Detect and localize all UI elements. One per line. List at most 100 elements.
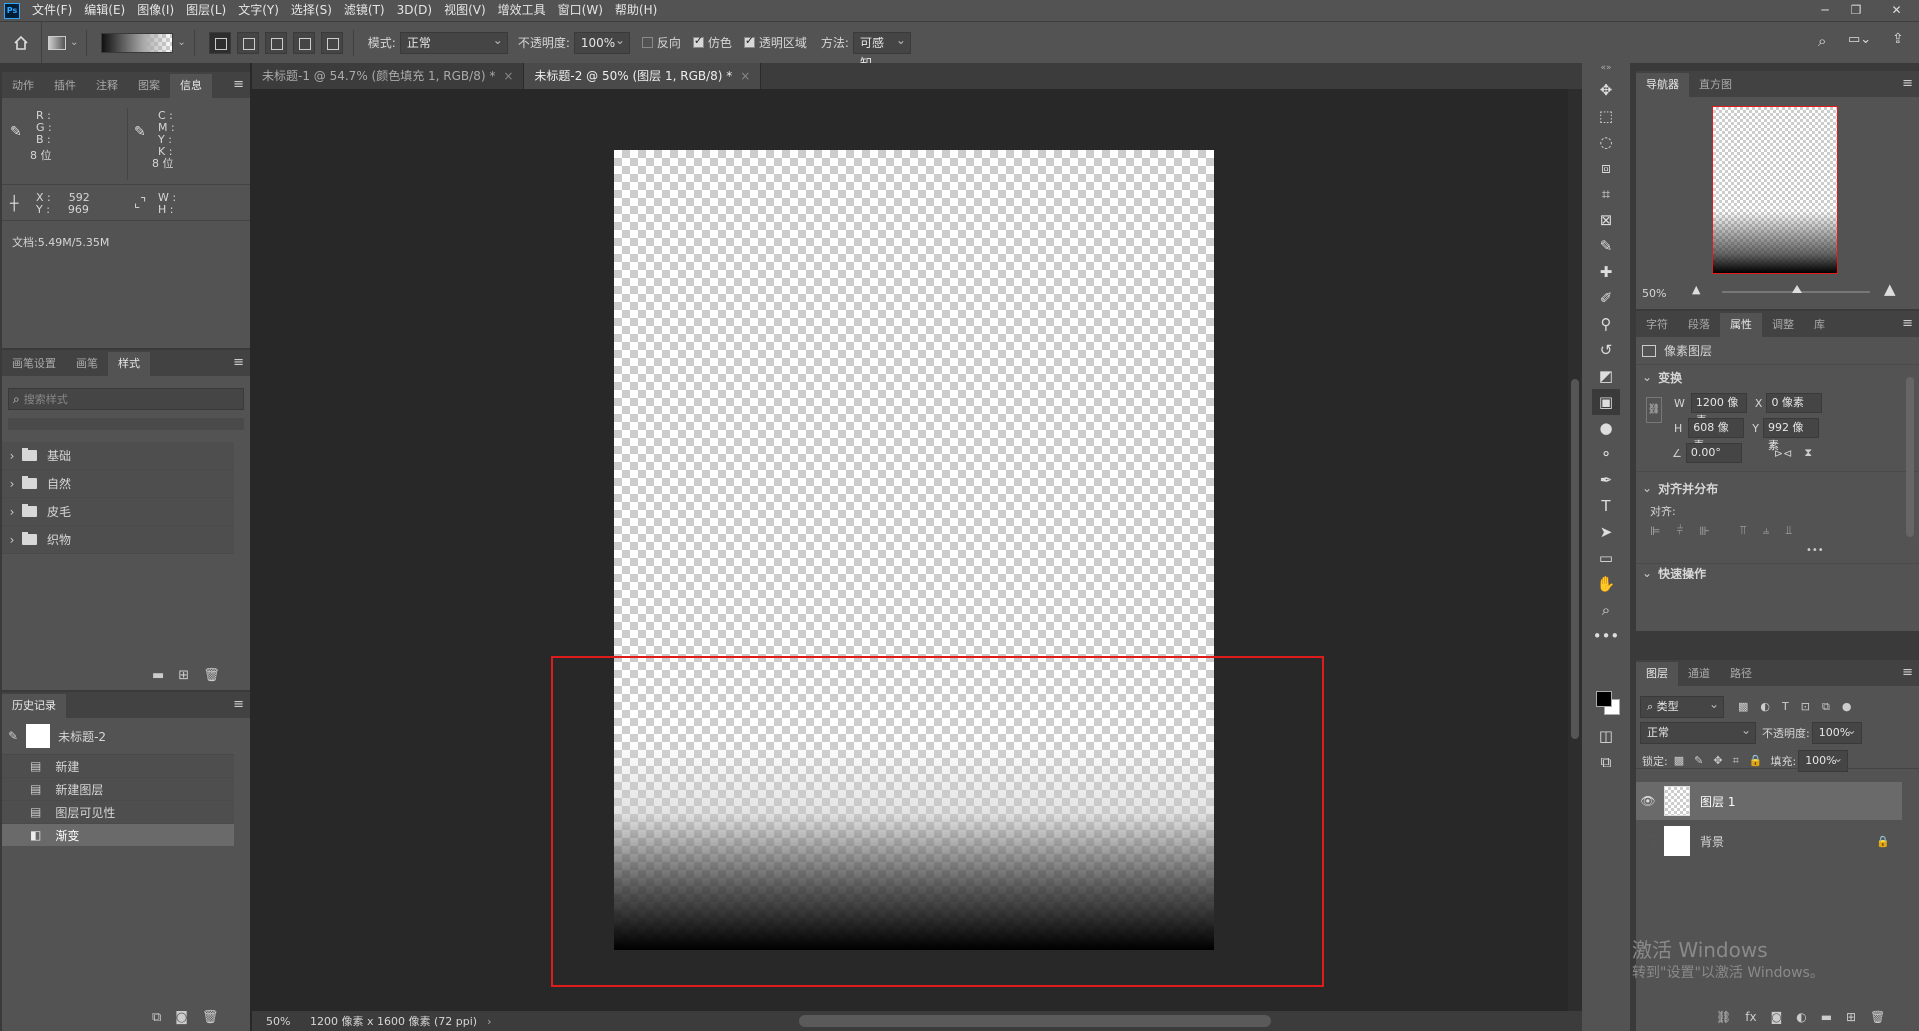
- hand-tool-icon[interactable]: ✋: [1592, 571, 1620, 597]
- lock-artboard-icon[interactable]: ⌗: [1733, 754, 1739, 768]
- style-search[interactable]: ⌕ 搜索样式: [8, 388, 244, 410]
- menu-select[interactable]: 选择(S): [285, 0, 338, 21]
- filter-toggle-icon[interactable]: ●: [1842, 700, 1852, 714]
- delete-icon[interactable]: 🗑: [1870, 1010, 1885, 1024]
- filter-shape-icon[interactable]: ⊡: [1801, 700, 1810, 714]
- properties-scrollbar[interactable]: [1906, 377, 1914, 537]
- doc-tab-1[interactable]: 未标题-1 @ 54.7% (颜色填充 1, RGB/8) * ×: [252, 63, 525, 89]
- minimize-icon[interactable]: ─: [1810, 0, 1840, 21]
- blur-tool-icon[interactable]: ●: [1592, 415, 1620, 441]
- zoom-tool-icon[interactable]: ⌕: [1592, 597, 1620, 623]
- mode-select[interactable]: 正常: [399, 30, 508, 54]
- history-snapshot[interactable]: ✎ 未标题-2: [2, 718, 250, 754]
- new-style-icon[interactable]: ⊞: [178, 668, 189, 683]
- new-document-from-state-icon[interactable]: ⧉: [152, 1010, 161, 1025]
- navigator-thumbnail[interactable]: [1712, 106, 1838, 274]
- rectangle-tool-icon[interactable]: ▭: [1592, 545, 1620, 571]
- layer-row[interactable]: 背景 🔒: [1636, 822, 1902, 860]
- chevron-down-icon[interactable]: ⌄: [1642, 481, 1652, 495]
- menu-image[interactable]: 图像(I): [131, 0, 180, 21]
- menu-file[interactable]: 文件(F): [26, 0, 78, 21]
- delete-icon[interactable]: 🗑: [202, 1010, 219, 1025]
- x-input[interactable]: 0 像素: [1766, 393, 1823, 413]
- dodge-tool-icon[interactable]: ⚬: [1592, 441, 1620, 467]
- tab-paths[interactable]: 路径: [1720, 662, 1762, 686]
- chevron-down-icon[interactable]: ⌄: [1642, 370, 1652, 384]
- blend-mode-select[interactable]: 正常: [1640, 720, 1756, 744]
- crop-tool-icon[interactable]: ⌗: [1592, 181, 1620, 207]
- close-tab-icon[interactable]: ×: [503, 69, 513, 83]
- layer-filter-select[interactable]: ⌕ 类型: [1640, 694, 1724, 718]
- reverse-checkbox[interactable]: [641, 37, 653, 48]
- stamp-tool-icon[interactable]: ⚲: [1592, 311, 1620, 337]
- angle-gradient-button[interactable]: [264, 31, 287, 54]
- search-icon[interactable]: ⌕: [1818, 32, 1826, 50]
- tab-patterns[interactable]: 图案: [128, 74, 170, 98]
- visibility-box[interactable]: [1644, 835, 1656, 847]
- flip-horizontal-icon[interactable]: ⊳⊲: [1774, 447, 1792, 460]
- fx-icon[interactable]: fx: [1745, 1010, 1756, 1024]
- vertical-scroll-thumb[interactable]: [1571, 379, 1579, 739]
- panel-menu-icon[interactable]: ≡: [233, 355, 244, 370]
- brush-tool-icon[interactable]: ✐: [1592, 285, 1620, 311]
- lock-paint-icon[interactable]: ✎: [1694, 754, 1703, 768]
- type-tool-icon[interactable]: T: [1592, 493, 1620, 519]
- healing-brush-tool-icon[interactable]: ✚: [1592, 259, 1620, 285]
- quick-mask-icon[interactable]: ◫: [1592, 723, 1620, 749]
- tab-paragraph[interactable]: 段落: [1678, 313, 1720, 337]
- align-right-icon[interactable]: ⊪: [1699, 524, 1709, 538]
- tab-properties[interactable]: 属性: [1720, 313, 1762, 337]
- vertical-scrollbar[interactable]: [1568, 89, 1582, 1011]
- navigator-zoom-handle[interactable]: [1792, 285, 1803, 293]
- layer-name[interactable]: 背景: [1700, 833, 1724, 850]
- layer-opacity-input[interactable]: 100%: [1811, 720, 1862, 744]
- method-select[interactable]: 可感知: [852, 30, 911, 70]
- lock-position-icon[interactable]: ✥: [1713, 754, 1722, 768]
- menu-layer[interactable]: 图层(L): [180, 0, 232, 21]
- zoom-out-icon[interactable]: ▲: [1692, 283, 1700, 296]
- history-item[interactable]: ▤ 图层可见性: [2, 800, 234, 823]
- tab-adjustments[interactable]: 调整: [1762, 313, 1804, 337]
- path-select-tool-icon[interactable]: ➤: [1592, 519, 1620, 545]
- new-group-icon[interactable]: ▬: [1821, 1010, 1832, 1024]
- width-input[interactable]: 1200 像素: [1690, 393, 1747, 427]
- tab-history[interactable]: 历史记录: [2, 694, 66, 718]
- history-item[interactable]: ▤ 新建图层: [2, 777, 234, 800]
- eyedropper-tool-icon[interactable]: ✎: [1592, 233, 1620, 259]
- filter-adjustment-icon[interactable]: ◐: [1760, 700, 1770, 714]
- style-search-input[interactable]: 搜索样式: [24, 391, 68, 407]
- object-select-tool-icon[interactable]: ⧈: [1592, 155, 1620, 181]
- height-input[interactable]: 608 像素: [1688, 418, 1745, 452]
- restore-icon[interactable]: ❐: [1841, 0, 1871, 21]
- lock-all-icon[interactable]: 🔒: [1749, 754, 1763, 768]
- gradient-preview[interactable]: [101, 32, 174, 53]
- marquee-tool-icon[interactable]: ⬚: [1592, 103, 1620, 129]
- radial-gradient-button[interactable]: [236, 31, 259, 54]
- new-group-icon[interactable]: ▬: [152, 668, 164, 683]
- link-icon[interactable]: ⛓: [1646, 397, 1662, 423]
- linear-gradient-button[interactable]: [208, 31, 231, 54]
- doc-tab-2[interactable]: 未标题-2 @ 50% (图层 1, RGB/8) * ×: [524, 63, 762, 89]
- menu-help[interactable]: 帮助(H): [609, 0, 663, 21]
- tab-histogram[interactable]: 直方图: [1689, 73, 1742, 97]
- tab-navigator[interactable]: 导航器: [1636, 73, 1689, 97]
- angle-input[interactable]: 0.00°: [1685, 443, 1742, 463]
- menu-3d[interactable]: 3D(D): [391, 0, 438, 21]
- filter-smart-icon[interactable]: ⧉: [1822, 700, 1830, 714]
- style-group-fabric[interactable]: › 织物: [2, 526, 234, 554]
- history-brush-tool-icon[interactable]: ↺: [1592, 337, 1620, 363]
- align-left-icon[interactable]: ⊫: [1650, 524, 1660, 538]
- menu-filter[interactable]: 滤镜(T): [338, 0, 391, 21]
- menu-type[interactable]: 文字(Y): [232, 0, 285, 21]
- dither-checkbox[interactable]: [692, 34, 704, 48]
- zoom-in-icon[interactable]: ▲: [1884, 280, 1896, 298]
- tab-brush-settings[interactable]: 画笔设置: [2, 352, 66, 376]
- new-layer-icon[interactable]: ⊞: [1846, 1010, 1856, 1024]
- panel-menu-icon[interactable]: ≡: [233, 697, 244, 712]
- align-hcenter-icon[interactable]: ⫩: [1676, 523, 1683, 538]
- menu-edit[interactable]: 编辑(E): [78, 0, 131, 21]
- add-mask-icon[interactable]: ◙: [1771, 1010, 1783, 1024]
- tab-layers[interactable]: 图层: [1636, 662, 1678, 686]
- gradient-picker[interactable]: ⌄: [101, 32, 186, 53]
- camera-icon[interactable]: ◙: [175, 1010, 188, 1025]
